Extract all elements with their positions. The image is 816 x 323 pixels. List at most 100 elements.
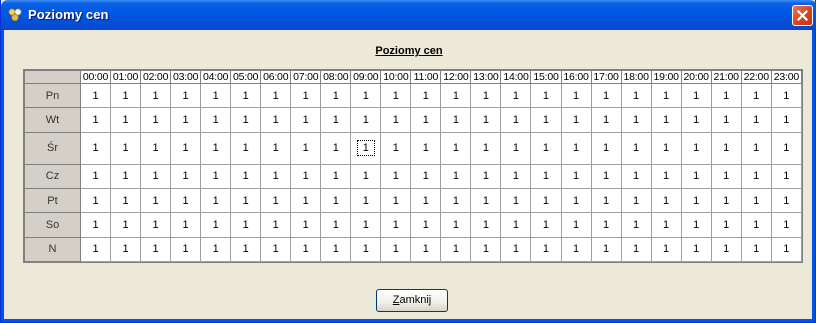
price-level-cell[interactable]: 1 — [650, 107, 682, 133]
price-level-cell[interactable]: 1 — [170, 212, 202, 238]
price-level-cell[interactable]: 1 — [230, 187, 262, 214]
price-level-cell[interactable]: 1 — [79, 236, 112, 263]
price-level-cell[interactable]: 1 — [200, 163, 232, 189]
price-level-cell[interactable]: 1 — [680, 131, 712, 165]
price-level-cell[interactable]: 1 — [290, 212, 322, 238]
price-level-cell[interactable]: 1 — [680, 82, 712, 109]
price-level-cell[interactable]: 1 — [530, 82, 562, 109]
price-level-cell[interactable]: 1 — [650, 131, 682, 165]
hour-column-header[interactable]: 11:00 — [410, 70, 442, 84]
price-level-cell[interactable]: 1 — [200, 107, 232, 133]
price-level-cell[interactable]: 1 — [440, 163, 472, 189]
price-level-cell[interactable]: 1 — [170, 82, 202, 109]
price-level-cell[interactable]: 1 — [140, 236, 172, 263]
price-level-cell[interactable]: 1 — [200, 212, 232, 238]
hour-column-header[interactable]: 01:00 — [110, 70, 142, 84]
price-level-cell[interactable]: 1 — [590, 187, 622, 214]
price-level-cell[interactable]: 1 — [170, 187, 202, 214]
price-level-cell[interactable]: 1 — [380, 163, 412, 189]
price-level-cell[interactable]: 1 — [560, 236, 592, 263]
price-level-cell[interactable]: 1 — [560, 163, 592, 189]
price-level-cell[interactable]: 1 — [380, 236, 412, 263]
hour-column-header[interactable]: 07:00 — [290, 70, 322, 84]
price-level-cell[interactable]: 1 — [680, 236, 712, 263]
price-level-cell[interactable]: 1 — [530, 131, 562, 165]
price-level-cell[interactable]: 1 — [290, 82, 322, 109]
price-level-cell[interactable]: 1 — [470, 236, 502, 263]
price-level-cell[interactable]: 1 — [530, 236, 562, 263]
hour-column-header[interactable]: 18:00 — [620, 70, 652, 84]
price-level-cell[interactable]: 1 — [260, 163, 292, 189]
price-level-cell[interactable]: 1 — [320, 107, 352, 133]
price-level-cell[interactable]: 1 — [740, 187, 772, 214]
price-level-cell[interactable]: 1 — [290, 236, 322, 263]
price-level-cell[interactable]: 1 — [110, 236, 142, 263]
price-level-cell[interactable]: 1 — [79, 131, 112, 165]
price-level-cell[interactable]: 1 — [500, 82, 532, 109]
price-level-cell[interactable]: 1 — [320, 187, 352, 214]
price-level-cell[interactable]: 1 — [560, 212, 592, 238]
price-level-cell[interactable]: 1 — [110, 212, 142, 238]
hour-column-header[interactable]: 22:00 — [740, 70, 772, 84]
price-level-cell[interactable]: 1 — [740, 107, 772, 133]
price-level-cell[interactable]: 1 — [500, 236, 532, 263]
price-level-cell[interactable]: 1 — [680, 107, 712, 133]
price-level-cell[interactable]: 1 — [740, 131, 772, 165]
price-level-cell[interactable]: 1 — [170, 163, 202, 189]
hour-column-header[interactable]: 06:00 — [260, 70, 292, 84]
price-level-cell[interactable]: 1 — [680, 187, 712, 214]
price-level-cell[interactable]: 1 — [350, 212, 382, 238]
price-level-cell[interactable]: 1 — [470, 212, 502, 238]
price-level-cell[interactable]: 1 — [770, 212, 803, 238]
price-level-cell[interactable]: 1 — [590, 212, 622, 238]
price-level-cell[interactable]: 1 — [650, 236, 682, 263]
price-level-cell[interactable]: 1 — [410, 187, 442, 214]
price-level-cell[interactable]: 1 — [440, 236, 472, 263]
price-level-cell[interactable]: 1 — [230, 163, 262, 189]
price-level-cell[interactable]: 1 — [140, 187, 172, 214]
price-level-cell[interactable]: 1 — [290, 163, 322, 189]
price-level-cell[interactable]: 1 — [260, 236, 292, 263]
price-level-cell[interactable]: 1 — [79, 212, 112, 238]
price-level-cell[interactable]: 1 — [79, 163, 112, 189]
price-level-cell[interactable]: 1 — [140, 82, 172, 109]
price-level-cell[interactable]: 1 — [230, 107, 262, 133]
price-level-cell[interactable]: 1 — [230, 236, 262, 263]
price-level-cell[interactable]: 1 — [380, 82, 412, 109]
hour-column-header[interactable]: 16:00 — [560, 70, 592, 84]
price-level-cell[interactable]: 1 — [650, 82, 682, 109]
price-level-cell[interactable]: 1 — [470, 82, 502, 109]
price-level-cell[interactable]: 1 — [620, 187, 652, 214]
hour-column-header[interactable]: 03:00 — [170, 70, 202, 84]
day-row-header[interactable]: So — [24, 212, 81, 238]
price-level-cell[interactable]: 1 — [79, 107, 112, 133]
price-level-cell[interactable]: 1 — [590, 236, 622, 263]
price-level-cell[interactable]: 1 — [350, 107, 382, 133]
price-level-cell[interactable]: 1 — [620, 236, 652, 263]
price-level-cell[interactable]: 1 — [710, 82, 742, 109]
price-level-cell[interactable]: 1 — [260, 212, 292, 238]
price-level-cell[interactable]: 1 — [470, 163, 502, 189]
price-level-cell[interactable]: 1 — [500, 163, 532, 189]
price-level-cell[interactable]: 1 — [110, 187, 142, 214]
price-level-cell[interactable]: 1 — [740, 163, 772, 189]
hour-column-header[interactable]: 09:00 — [350, 70, 382, 84]
close-window-button[interactable] — [792, 5, 813, 26]
price-level-cell[interactable]: 1 — [530, 107, 562, 133]
price-level-cell[interactable]: 1 — [140, 107, 172, 133]
price-level-cell[interactable]: 1 — [290, 131, 322, 165]
price-level-cell[interactable]: 1 — [620, 163, 652, 189]
price-level-cell[interactable]: 1 — [410, 107, 442, 133]
price-level-cell[interactable]: 1 — [350, 82, 382, 109]
price-level-cell[interactable]: 1 — [590, 107, 622, 133]
price-level-cell[interactable]: 1 — [710, 163, 742, 189]
price-level-cell[interactable]: 1 — [440, 187, 472, 214]
price-level-cell[interactable]: 1 — [770, 236, 803, 263]
price-level-cell[interactable]: 1 — [680, 163, 712, 189]
price-level-cell[interactable]: 1 — [620, 212, 652, 238]
hour-column-header[interactable]: 02:00 — [140, 70, 172, 84]
price-level-cell[interactable]: 1 — [650, 212, 682, 238]
price-level-cell[interactable]: 1 — [740, 212, 772, 238]
price-level-cell[interactable]: 1 — [200, 82, 232, 109]
day-row-header[interactable]: Śr — [24, 131, 81, 165]
